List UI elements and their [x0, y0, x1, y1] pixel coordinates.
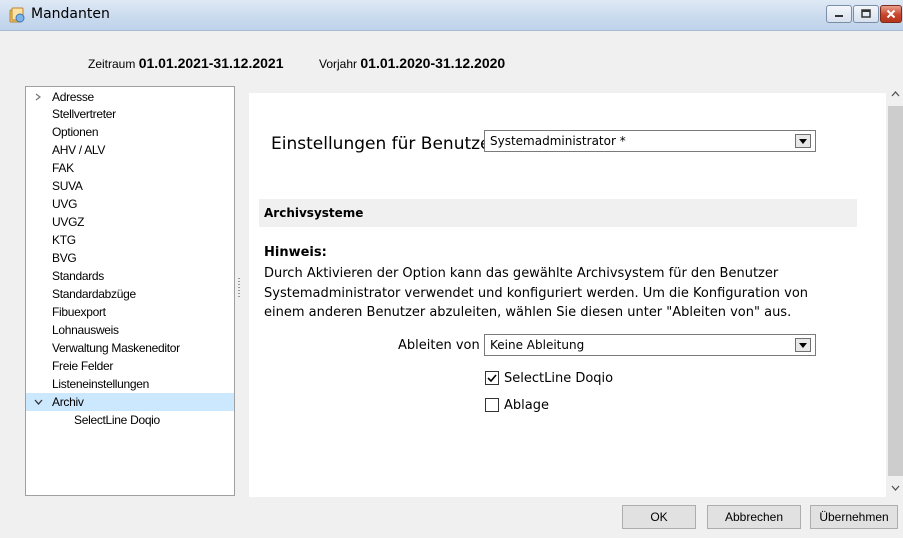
hint-title: Hinweis: [264, 245, 327, 260]
cancel-button[interactable]: Abbrechen [707, 505, 801, 529]
tree-item-label: Freie Felder [52, 359, 114, 373]
tree-item-ktg[interactable]: KTG [26, 231, 234, 249]
derive-select-value: Keine Ableitung [490, 338, 585, 352]
window-title: Mandanten [31, 6, 110, 22]
tree-item-label: SUVA [52, 179, 83, 193]
app-icon [9, 7, 25, 23]
ablage-checkbox-label[interactable]: Ablage [504, 398, 549, 413]
tree-item-label: AHV / ALV [52, 143, 106, 157]
tree-item-label: Verwaltung Maskeneditor [52, 341, 180, 355]
hint-text-line: einem anderen Benutzer abzuleiten, wähle… [264, 305, 792, 320]
ok-button[interactable]: OK [622, 505, 696, 529]
tree-item-label: Listeneinstellungen [52, 377, 150, 391]
tree-item-uvgz[interactable]: UVGZ [26, 213, 234, 231]
period-current: Zeitraum 01.01.2021-31.12.2021 [88, 55, 284, 71]
zeitraum-label: Zeitraum [88, 57, 136, 71]
close-button[interactable] [880, 5, 902, 23]
maximize-icon [854, 6, 878, 22]
chevron-down-icon[interactable] [31, 393, 45, 411]
tree-item-label: SelectLine Doqio [74, 413, 160, 427]
chevron-right-icon[interactable] [31, 88, 45, 106]
tree-item-optionen[interactable]: Optionen [26, 123, 234, 141]
minimize-icon [827, 6, 851, 22]
tree-item-label: Standards [52, 269, 105, 283]
tree-item-label: Optionen [52, 125, 99, 139]
tree-item-label: FAK [52, 161, 74, 175]
tree-item-stellvertreter[interactable]: Stellvertreter [26, 105, 234, 123]
tree-item-label: Lohnausweis [52, 323, 119, 337]
tree-item-adresse[interactable]: Adresse [26, 88, 234, 106]
tree-item-standards[interactable]: Standards [26, 267, 234, 285]
close-icon [881, 6, 901, 22]
tree-item-fak[interactable]: FAK [26, 159, 234, 177]
scroll-up-icon[interactable] [887, 86, 903, 102]
scrollbar-thumb[interactable] [888, 106, 903, 476]
dropdown-arrow-icon[interactable] [795, 338, 811, 352]
tree-item-label: Archiv [52, 395, 84, 409]
tree-item-freie-felder[interactable]: Freie Felder [26, 357, 234, 375]
tree-item-label: UVG [52, 197, 78, 211]
vertical-scrollbar[interactable] [887, 86, 903, 496]
tree-item-label: UVGZ [52, 215, 85, 229]
mandanten-window: Mandanten Zeitraum 01.01.2021-31.12.2021… [0, 0, 903, 538]
vorjahr-label: Vorjahr [319, 57, 358, 71]
derive-from-label: Ableiten von [398, 338, 480, 353]
minimize-button[interactable] [826, 5, 852, 23]
tree-item-fibuexport[interactable]: Fibuexport [26, 303, 234, 321]
tree-item-selectline-doqio[interactable]: SelectLine Doqio [26, 411, 234, 429]
zeitraum-value: 01.01.2021-31.12.2021 [138, 55, 284, 71]
tree-item-label: KTG [52, 233, 76, 247]
tree-item-label: Adresse [52, 90, 94, 104]
vorjahr-value: 01.01.2020-31.12.2020 [360, 55, 506, 71]
hint-text-line: Systemadministrator verwendet und konfig… [264, 286, 809, 301]
period-previous: Vorjahr 01.01.2020-31.12.2020 [319, 55, 505, 71]
scroll-down-icon[interactable] [887, 480, 903, 496]
tree-item-label: Stellvertreter [52, 107, 116, 121]
user-select-value: Systemadministrator * [490, 134, 626, 148]
derive-from-select[interactable]: Keine Ableitung [484, 334, 816, 356]
dropdown-arrow-icon[interactable] [795, 134, 811, 148]
tree-item-label: Fibuexport [52, 305, 106, 319]
tree-item-verwaltung-maskeneditor[interactable]: Verwaltung Maskeneditor [26, 339, 234, 357]
title-bar[interactable]: Mandanten [0, 0, 903, 31]
tree-item-label: BVG [52, 251, 77, 265]
ablage-checkbox[interactable] [485, 398, 499, 412]
tree-item-ahv-alv[interactable]: AHV / ALV [26, 141, 234, 159]
settings-user-label: Einstellungen für Benutzer [271, 134, 498, 154]
tree-item-uvg[interactable]: UVG [26, 195, 234, 213]
section-title: Archivsysteme [264, 206, 364, 220]
tree-item-standardabzuege[interactable]: Standardabzüge [26, 285, 234, 303]
tree-item-lohnausweis[interactable]: Lohnausweis [26, 321, 234, 339]
tree-item-listeneinstellungen[interactable]: Listeneinstellungen [26, 375, 234, 393]
tree-item-bvg[interactable]: BVG [26, 249, 234, 267]
checkmark-icon [487, 374, 497, 383]
navigation-tree[interactable]: Adresse Stellvertreter Optionen AHV / AL… [25, 86, 235, 496]
tree-item-label: Standardabzüge [52, 287, 136, 301]
selectline-doqio-checkbox-label[interactable]: SelectLine Doqio [504, 371, 613, 386]
maximize-button[interactable] [853, 5, 879, 23]
selectline-doqio-checkbox[interactable] [485, 371, 499, 385]
archive-systems-section-header: Archivsysteme [259, 199, 857, 227]
user-select[interactable]: Systemadministrator * [484, 130, 816, 152]
tree-item-suva[interactable]: SUVA [26, 177, 234, 195]
hint-text-line: Durch Aktivieren der Option kann das gew… [264, 266, 779, 281]
apply-button[interactable]: Übernehmen [810, 505, 898, 529]
tree-item-archiv[interactable]: Archiv [26, 393, 234, 411]
panel-splitter[interactable] [238, 278, 240, 298]
